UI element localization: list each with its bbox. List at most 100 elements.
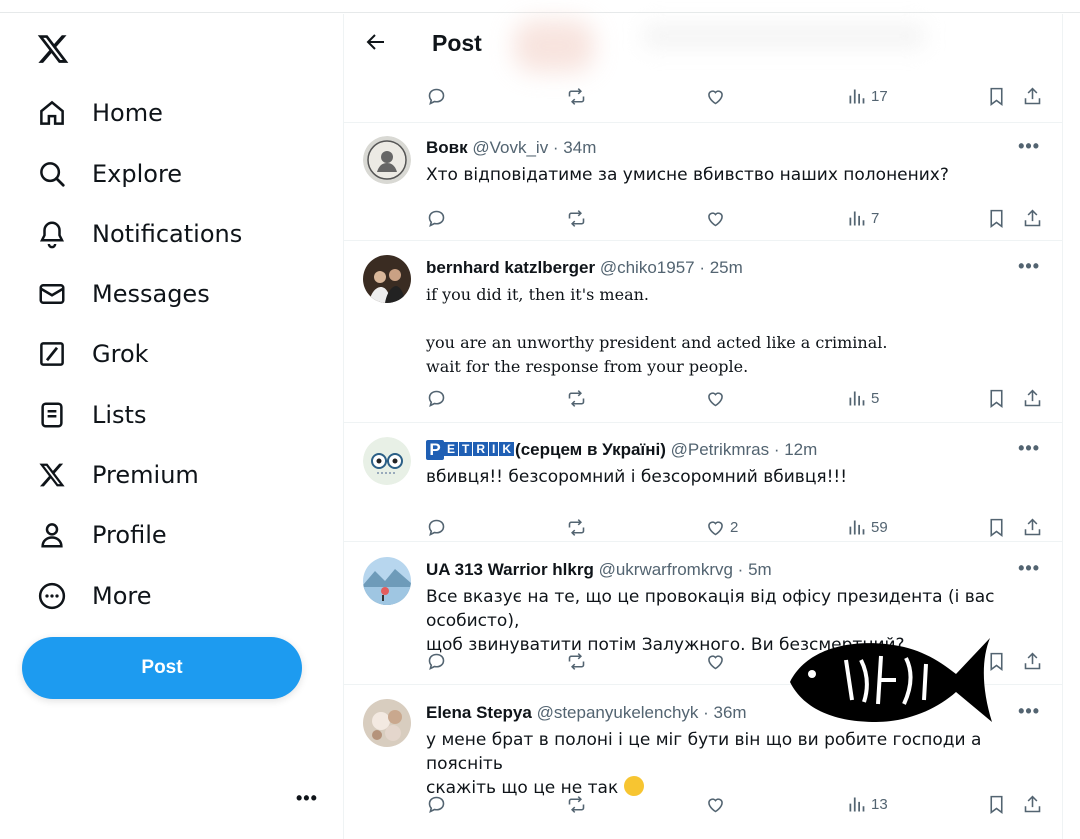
like-button[interactable] (705, 83, 726, 109)
reply-tweet[interactable]: P E T R I K (серцем в Україні) @Petrikmras · 1… (344, 422, 1062, 541)
tweet-more-button[interactable]: ••• (1018, 136, 1040, 157)
avatar[interactable] (363, 136, 411, 184)
share-button[interactable] (1022, 385, 1043, 411)
action-bar: 7 (426, 205, 1046, 231)
repost-button[interactable] (566, 83, 587, 109)
avatar[interactable] (363, 557, 411, 605)
repost-icon (568, 652, 585, 670)
share-button[interactable] (1022, 83, 1043, 109)
back-arrow-icon[interactable] (364, 30, 388, 54)
bookmark-button[interactable] (986, 83, 1007, 109)
author-handle[interactable]: @ukrwarfromkrvg · 5m (599, 560, 772, 579)
heart-icon (708, 391, 723, 406)
tweet-text-line: wait for the response from your people. (426, 357, 749, 376)
like-button[interactable]: 2 (705, 514, 738, 540)
tweet-text-line: Все вказує на те, що це провокація від о… (426, 587, 995, 631)
like-button[interactable] (705, 385, 730, 411)
author-name[interactable]: P E T R I K (серцем в Україні) (426, 440, 666, 460)
like-button[interactable] (705, 205, 730, 231)
repost-button[interactable] (566, 205, 587, 231)
avatar[interactable] (363, 255, 411, 303)
share-button[interactable] (1022, 791, 1043, 817)
tweet-text-line: вбивця!! безсоромний і безсоромний вбивц… (426, 467, 848, 487)
sidebar-item-label: More (92, 582, 152, 610)
views-icon (849, 211, 865, 225)
share-button[interactable] (1022, 648, 1043, 674)
reply-button[interactable] (426, 514, 447, 540)
views-button[interactable]: 59 (846, 514, 888, 540)
repost-button[interactable] (566, 385, 587, 411)
tweet-more-button[interactable]: ••• (1018, 438, 1040, 459)
reply-tweet[interactable]: bernhard katzlberger @chiko1957 · 25m •••… (344, 240, 1062, 422)
sidebar-item-more[interactable]: More (36, 576, 152, 616)
bookmark-icon (990, 87, 1003, 106)
reply-button[interactable] (426, 648, 447, 674)
tweet-text-line: Хто відповідатиме за умисне вбивство наш… (426, 165, 949, 185)
tweet-header: UA 313 Warrior hlkrg @ukrwarfromkrvg · 5… (426, 560, 772, 580)
reply-icon (428, 390, 445, 407)
author-name[interactable]: bernhard katzlberger (426, 258, 595, 277)
reply-button[interactable] (426, 83, 447, 109)
author-handle[interactable]: @Petrikmras · 12m (671, 440, 818, 459)
share-icon (1024, 652, 1041, 669)
sidebar-item-label: Explore (92, 160, 183, 188)
reply-button[interactable] (426, 791, 447, 817)
action-bar: 2 59 (426, 514, 1046, 540)
bookmark-button[interactable] (986, 514, 1007, 540)
sidebar-item-lists[interactable]: Lists (36, 395, 146, 435)
like-button[interactable] (705, 791, 730, 817)
top-divider (0, 12, 1080, 13)
bookmark-button[interactable] (986, 205, 1007, 231)
sidebar-item-home[interactable]: Home (36, 93, 163, 133)
repost-button[interactable] (566, 648, 587, 674)
tweet-more-button[interactable]: ••• (1018, 701, 1040, 722)
reply-icon (428, 653, 445, 670)
post-button[interactable]: Post (22, 637, 302, 699)
tweet-more-button[interactable]: ••• (1018, 256, 1040, 277)
bookmark-button[interactable] (986, 791, 1007, 817)
person-icon (36, 519, 68, 551)
sidebar-item-label: Home (92, 99, 163, 127)
page-title: Post (432, 30, 482, 56)
author-name[interactable]: Вовк (426, 138, 468, 157)
sidebar-item-explore[interactable]: Explore (36, 154, 182, 194)
author-handle[interactable]: @stepanyukelenchyk · 36m (537, 703, 747, 722)
reply-tweet[interactable]: Вовк @Vovk_iv · 34m ••• Хто відповідатиме … (344, 122, 1062, 240)
share-button[interactable] (1022, 205, 1043, 231)
sidebar-item-messages[interactable]: Messages (36, 274, 210, 314)
sidebar-item-premium[interactable]: Premium (36, 455, 199, 495)
sidebar-item-label: Lists (92, 401, 147, 429)
tweet-more-button[interactable]: ••• (1018, 558, 1040, 579)
views-button[interactable]: 5 (846, 385, 879, 411)
vobla-watermark-logo (790, 638, 992, 722)
author-name[interactable]: UA 313 Warrior hlkrg (426, 560, 594, 579)
bookmark-button[interactable] (986, 385, 1007, 411)
views-button[interactable]: 13 (846, 791, 888, 817)
avatar[interactable] (363, 699, 411, 747)
sidebar-item-notifications[interactable]: Notifications (36, 214, 242, 254)
heart-icon (708, 654, 723, 669)
reply-button[interactable] (426, 205, 447, 231)
author-name[interactable]: Elena Stepya (426, 703, 532, 722)
repost-button[interactable] (566, 514, 587, 540)
reply-button[interactable] (426, 385, 447, 411)
author-handle[interactable]: @Vovk_iv · 34m (472, 138, 596, 157)
repost-button[interactable] (566, 791, 587, 817)
account-more-button[interactable]: ••• (296, 788, 318, 809)
avatar[interactable] (363, 437, 411, 485)
bookmark-icon (990, 518, 1003, 537)
author-handle[interactable]: @chiko1957 · 25m (600, 258, 743, 277)
x-logo-icon[interactable] (36, 32, 70, 66)
sidebar-item-profile[interactable]: Profile (36, 515, 167, 555)
tweet-text: if you did it, then it's mean. you are an… (426, 283, 1046, 379)
views-button[interactable]: 7 (846, 205, 879, 231)
sidebar-item-grok[interactable]: Grok (36, 334, 149, 374)
tweet-text-line: you are an unworthy president and acted … (426, 333, 888, 352)
views-button[interactable]: 17 (846, 83, 888, 109)
like-button[interactable] (705, 648, 730, 674)
share-icon (1024, 518, 1041, 535)
share-button[interactable] (1022, 514, 1043, 540)
tweet-header: P E T R I K (серцем в Україні) @Petrikmras · 1… (426, 440, 817, 460)
tweet-text-line: if you did it, then it's mean. (426, 285, 649, 304)
views-count: 13 (871, 795, 888, 813)
